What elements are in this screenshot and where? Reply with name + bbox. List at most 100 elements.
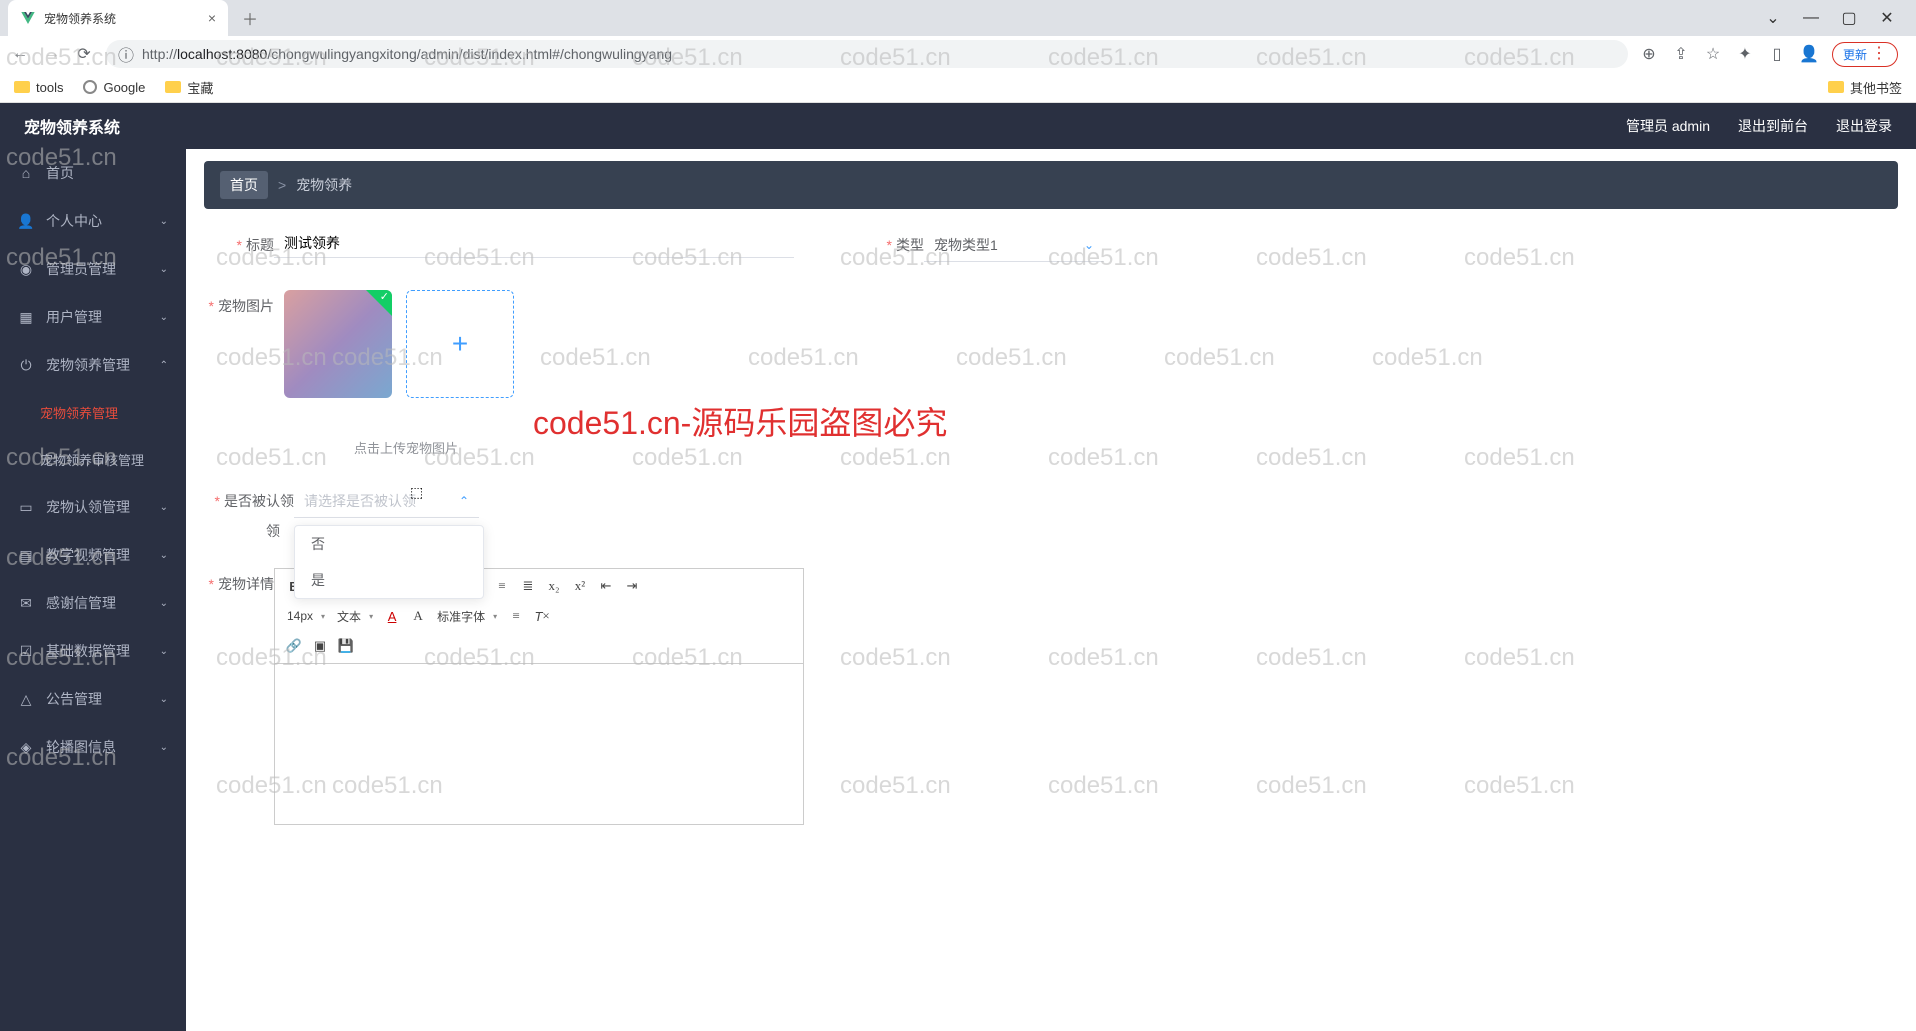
sidebar-item-home[interactable]: ⌂ 首页 xyxy=(0,149,186,197)
bookmark-tools[interactable]: tools xyxy=(14,80,63,95)
more-dots-icon: ⋮ xyxy=(1871,46,1887,62)
sidebar-item-adopt-audit[interactable]: 宠物领养审核管理 xyxy=(0,436,186,483)
app-header: 宠物领养系统 管理员 admin 退出到前台 退出登录 xyxy=(0,103,1916,149)
window-controls: ⌄ — ▢ ✕ xyxy=(1764,9,1916,27)
sidebar: ⌂ 首页 👤 个人中心 ⌄ ◉ 管理员管理 ⌄ ▦ 用户管理 ⌄ ⏻ 宠物领养管… xyxy=(0,149,186,1031)
uploaded-image[interactable] xyxy=(284,290,392,398)
site-info-icon[interactable]: ⓘ xyxy=(118,42,134,66)
link-button[interactable]: 🔗 xyxy=(283,635,305,657)
google-icon xyxy=(83,80,97,94)
chevron-down-icon: ⌄ xyxy=(160,646,168,657)
sidebar-item-claim-mgmt[interactable]: ▭ 宠物认领管理 ⌄ xyxy=(0,483,186,531)
chevron-down-icon: ⌄ xyxy=(160,502,168,513)
breadcrumb-current: 宠物领养 xyxy=(296,175,352,195)
claimed-select[interactable]: 请选择是否被认领 ⌃ xyxy=(294,485,479,518)
content-area: 首页 > 宠物领养 *标题 *类型 宠物类型1 ⌄ xyxy=(186,149,1916,1031)
image-button[interactable]: ▣ xyxy=(309,635,331,657)
bookmark-icon[interactable]: ☆ xyxy=(1704,45,1722,63)
shield-icon: ◉ xyxy=(18,261,34,277)
list-unordered-button[interactable]: ≣ xyxy=(517,575,539,597)
image-icon: ◈ xyxy=(18,739,34,755)
video-icon: ▤ xyxy=(18,547,34,563)
close-window-icon[interactable]: ✕ xyxy=(1878,9,1896,27)
update-button[interactable]: 更新 ⋮ xyxy=(1832,42,1898,67)
home-icon: ⌂ xyxy=(18,165,34,181)
sidebar-item-video-mgmt[interactable]: ▤ 教学视频管理 ⌄ xyxy=(0,531,186,579)
sidebar-item-carousel-mgmt[interactable]: ◈ 轮播图信息 ⌄ xyxy=(0,723,186,771)
superscript-button[interactable]: x² xyxy=(569,575,591,597)
editor-content[interactable] xyxy=(275,664,803,824)
sidebar-item-user-mgmt[interactable]: ▦ 用户管理 ⌄ xyxy=(0,293,186,341)
sidebar-item-adopt-mgmt-sub[interactable]: 宠物领养管理 xyxy=(0,389,186,436)
dropdown-option-yes[interactable]: 是 xyxy=(295,562,483,598)
sidebar-item-admin-mgmt[interactable]: ◉ 管理员管理 ⌄ xyxy=(0,245,186,293)
list-ordered-button[interactable]: ≡ xyxy=(491,575,513,597)
users-icon: ▦ xyxy=(18,309,34,325)
chevron-down-icon: ⌄ xyxy=(160,550,168,561)
url-input[interactable]: ⓘ http://localhost:8080/chongwulingyangx… xyxy=(106,40,1628,68)
mail-icon: ✉ xyxy=(18,595,34,611)
browser-tab[interactable]: 宠物领养系统 × xyxy=(8,0,228,36)
user-icon: 👤 xyxy=(18,213,34,229)
forward-button: → xyxy=(42,45,62,63)
extensions-icon[interactable]: ✦ xyxy=(1736,45,1754,63)
sidebar-item-notice-mgmt[interactable]: △ 公告管理 ⌄ xyxy=(0,675,186,723)
reload-button[interactable]: ⟳ xyxy=(74,44,94,64)
subscript-button[interactable]: x₂ xyxy=(543,575,565,597)
bookmarks-bar: tools Google 宝藏 其他书签 xyxy=(0,72,1916,102)
profile-icon[interactable]: 👤 xyxy=(1800,45,1818,63)
share-icon[interactable]: ⇪ xyxy=(1672,45,1690,63)
bookmark-other[interactable]: 其他书签 xyxy=(1828,78,1902,97)
upload-add-button[interactable]: + xyxy=(406,290,514,398)
dropdown-option-no[interactable]: 否 xyxy=(295,526,483,562)
indent-right-button[interactable]: ⇥ xyxy=(621,575,643,597)
logout-link[interactable]: 退出登录 xyxy=(1836,116,1892,136)
chevron-down-icon: ⌄ xyxy=(1084,238,1094,252)
new-tab-button[interactable]: ＋ xyxy=(236,4,264,32)
bookmark-treasure[interactable]: 宝藏 xyxy=(165,78,213,97)
font-family-select[interactable]: 标准字体▾ xyxy=(433,605,501,627)
zoom-icon[interactable]: ⊕ xyxy=(1640,45,1658,63)
maximize-icon[interactable]: ▢ xyxy=(1840,9,1858,27)
tab-close-icon[interactable]: × xyxy=(208,10,216,26)
text-style-select[interactable]: 文本▾ xyxy=(333,605,377,627)
rich-editor: B I U S ❝ </> H₁ H₂ ≡ ≣ x₂ x² ⇤ xyxy=(274,568,804,825)
breadcrumb-home[interactable]: 首页 xyxy=(220,171,268,199)
field-photo: *宠物图片 + 点击上传宠物图片 xyxy=(204,290,514,457)
type-select[interactable]: 宠物类型1 ⌄ xyxy=(924,229,1104,262)
url-text: http://localhost:8080/chongwulingyangxit… xyxy=(142,46,672,62)
field-detail: *宠物详情 B I U S ❝ </> H₁ H₂ ≡ ≣ xyxy=(204,568,804,825)
app-title: 宠物领养系统 xyxy=(24,114,120,138)
bg-color-button[interactable]: A xyxy=(407,605,429,627)
to-frontend-link[interactable]: 退出到前台 xyxy=(1738,116,1808,136)
plus-icon: + xyxy=(452,328,468,360)
user-label[interactable]: 管理员 admin xyxy=(1626,116,1710,136)
font-color-button[interactable]: A xyxy=(381,605,403,627)
sidebar-item-personal[interactable]: 👤 个人中心 ⌄ xyxy=(0,197,186,245)
chevron-down-icon: ⌄ xyxy=(160,312,168,323)
bookmark-google[interactable]: Google xyxy=(83,80,145,95)
sidebar-item-adopt-mgmt[interactable]: ⏻ 宠物领养管理 ⌃ xyxy=(0,341,186,389)
minimize-icon[interactable]: — xyxy=(1802,9,1820,27)
clear-format-button[interactable]: T× xyxy=(531,605,553,627)
align-button[interactable]: ≡ xyxy=(505,605,527,627)
folder-icon xyxy=(1828,81,1844,93)
reader-icon[interactable]: ▯ xyxy=(1768,45,1786,63)
bell-icon: △ xyxy=(18,691,34,707)
address-bar: ← → ⟳ ⓘ http://localhost:8080/chongwulin… xyxy=(0,36,1916,72)
sidebar-item-thank-mgmt[interactable]: ✉ 感谢信管理 ⌄ xyxy=(0,579,186,627)
indent-left-button[interactable]: ⇤ xyxy=(595,575,617,597)
sidebar-item-base-mgmt[interactable]: ☑ 基础数据管理 ⌄ xyxy=(0,627,186,675)
font-size-select[interactable]: 14px▾ xyxy=(283,605,329,627)
chevron-down-icon[interactable]: ⌄ xyxy=(1764,9,1782,27)
tab-title: 宠物领养系统 xyxy=(44,10,200,27)
power-icon: ⏻ xyxy=(18,357,34,373)
save-button[interactable]: 💾 xyxy=(335,635,357,657)
chat-icon: ▭ xyxy=(18,499,34,515)
claimed-dropdown: 否 是 xyxy=(294,525,484,599)
field-claimed: *是否被认领 请选择是否被认领 ⌃ 领 否 是 xyxy=(204,485,479,518)
back-button[interactable]: ← xyxy=(10,45,30,63)
breadcrumb-sep: > xyxy=(278,177,286,193)
chevron-up-icon: ⌃ xyxy=(160,360,168,371)
title-input[interactable] xyxy=(274,229,794,258)
